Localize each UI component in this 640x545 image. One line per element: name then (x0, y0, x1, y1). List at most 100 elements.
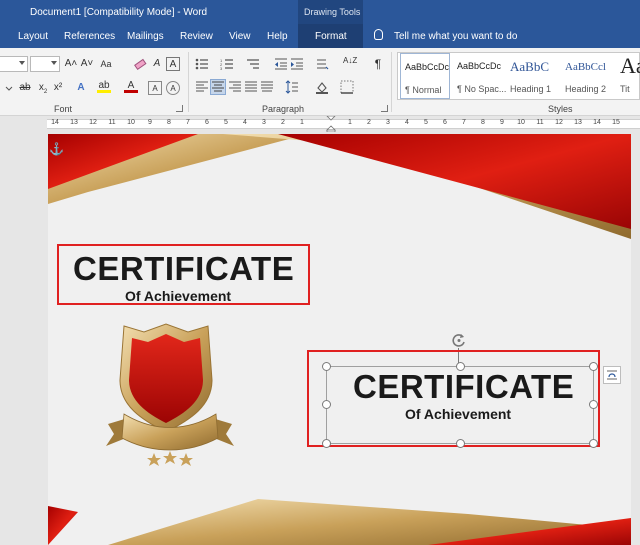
tab-mailings[interactable]: Mailings (127, 31, 164, 42)
ruler-number: 8 (481, 119, 485, 126)
phonetic-guide-button[interactable]: A (150, 57, 164, 71)
indent-marker-icon[interactable] (326, 116, 336, 132)
tab-format-label: Format (315, 31, 347, 42)
style-heading-2[interactable]: AaBbCcl Heading 2 (561, 53, 616, 99)
resize-handle-right[interactable] (589, 400, 598, 409)
tab-view[interactable]: View (229, 31, 251, 42)
bullets-icon (195, 58, 208, 70)
styles-gallery: AaBbCcDc ¶ Normal AaBbCcDc ¶ No Spac... … (397, 52, 640, 100)
style-heading-1[interactable]: AaBbC Heading 1 (506, 53, 560, 99)
underline-dropdown[interactable] (2, 81, 16, 95)
font-dialog-launcher[interactable] (176, 105, 183, 112)
ruler-number: 7 (186, 119, 190, 126)
asian-layout-button[interactable] (315, 57, 329, 71)
superscript-button[interactable]: x² (51, 81, 65, 95)
numbering-icon: 123 (220, 58, 233, 71)
strikethrough-button[interactable]: ab (18, 81, 32, 95)
borders-button[interactable] (340, 80, 354, 94)
resize-handle-top[interactable] (456, 362, 465, 371)
ruler-number: 9 (148, 119, 152, 126)
ruler-number: 3 (262, 119, 266, 126)
asian-layout-icon (317, 59, 329, 70)
group-separator (188, 52, 189, 112)
style-title[interactable]: Aa Tit (616, 53, 640, 99)
resize-handle-bottom[interactable] (456, 439, 465, 448)
certificate-heading-selected[interactable]: CERTIFICATE Of Achievement (307, 350, 600, 448)
text-effects-button[interactable]: A (74, 81, 88, 95)
align-left-button[interactable] (195, 80, 209, 94)
distributed-icon (261, 81, 273, 92)
ruler-number: 3 (386, 119, 390, 126)
align-left-icon (196, 81, 208, 92)
justify-button[interactable] (244, 80, 258, 94)
resize-handle-left[interactable] (322, 400, 331, 409)
tab-format[interactable]: Format (298, 24, 363, 48)
numbering-button[interactable]: 123 (220, 57, 234, 71)
ruler-number: 9 (500, 119, 504, 126)
bullets-button[interactable] (195, 57, 209, 71)
ruler-number: 5 (424, 119, 428, 126)
title-bar: Document1 [Compatibility Mode] - Word Dr… (0, 0, 640, 24)
resize-handle-top-left[interactable] (322, 362, 331, 371)
shrink-font-button[interactable]: A˅ (80, 57, 94, 71)
document-title: Document1 [Compatibility Mode] - Word (30, 7, 208, 18)
shading-button[interactable] (315, 80, 329, 94)
certificate-heading-left[interactable]: CERTIFICATE Of Achievement (57, 244, 310, 305)
eraser-icon (134, 58, 147, 71)
sort-button[interactable]: A↓Z (343, 57, 357, 71)
tell-me-search[interactable]: Tell me what you want to do (373, 24, 553, 48)
decrease-indent-button[interactable] (274, 57, 288, 71)
line-spacing-icon (285, 80, 298, 94)
character-shading-button[interactable]: A (148, 81, 162, 95)
font-name-combo[interactable] (0, 56, 28, 72)
layout-options-button[interactable] (603, 366, 621, 384)
resize-handle-bottom-right[interactable] (589, 439, 598, 448)
font-size-combo[interactable] (30, 56, 60, 72)
layout-options-icon (607, 370, 617, 380)
distributed-button[interactable] (260, 80, 274, 94)
style-name: Heading 2 (565, 84, 607, 94)
style-sample: AaBbCcl (565, 61, 606, 73)
style-normal[interactable]: AaBbCcDc ¶ Normal (400, 53, 450, 99)
align-right-button[interactable] (228, 80, 242, 94)
increase-indent-button[interactable] (290, 57, 304, 71)
anchor-icon[interactable]: ⚓ (49, 142, 64, 156)
show-hide-marks-button[interactable]: ¶ (371, 57, 385, 71)
rotate-handle-icon[interactable] (451, 332, 467, 348)
ruler-number: 15 (612, 119, 620, 126)
font-group-label: Font (54, 104, 73, 114)
ruler-number: 14 (593, 119, 601, 126)
resize-handle-bottom-left[interactable] (322, 439, 331, 448)
ruler-number: 13 (574, 119, 582, 126)
font-color-button[interactable]: A (124, 79, 138, 93)
line-spacing-button[interactable] (285, 80, 299, 94)
ruler-number: 2 (367, 119, 371, 126)
align-right-icon (229, 81, 241, 92)
multilevel-list-button[interactable] (246, 57, 260, 71)
paragraph-dialog-launcher[interactable] (381, 105, 388, 112)
ruler-number: 6 (205, 119, 209, 126)
tab-references[interactable]: References (64, 31, 115, 42)
subscript-button[interactable]: x2 (36, 81, 50, 95)
grow-font-button[interactable]: A˄ (64, 57, 78, 71)
style-no-spacing[interactable]: AaBbCcDc ¶ No Spac... (453, 53, 506, 99)
tab-layout[interactable]: Layout (18, 31, 48, 42)
character-border-button[interactable]: A (166, 57, 180, 71)
ruler-number: 6 (443, 119, 447, 126)
tab-review[interactable]: Review (180, 31, 213, 42)
ruler-number: 11 (108, 119, 116, 126)
align-center-button[interactable] (210, 79, 226, 95)
ruler-number: 10 (517, 119, 525, 126)
style-sample: AaBbCcDc (457, 61, 502, 71)
clear-formatting-button[interactable] (133, 57, 147, 71)
change-case-button[interactable]: Aa (99, 57, 113, 71)
ruler-number: 11 (536, 119, 544, 126)
ruler-number: 1 (348, 119, 352, 126)
tab-help[interactable]: Help (267, 31, 288, 42)
highlight-button[interactable]: ab (97, 79, 111, 93)
tell-me-text: Tell me what you want to do (394, 31, 518, 42)
horizontal-ruler[interactable]: 14 13 12 11 10 9 8 7 6 5 4 3 2 1 1 2 3 4… (0, 116, 640, 132)
resize-handle-top-right[interactable] (589, 362, 598, 371)
enclose-characters-button[interactable]: A (166, 81, 180, 95)
lightbulb-icon (374, 29, 383, 40)
